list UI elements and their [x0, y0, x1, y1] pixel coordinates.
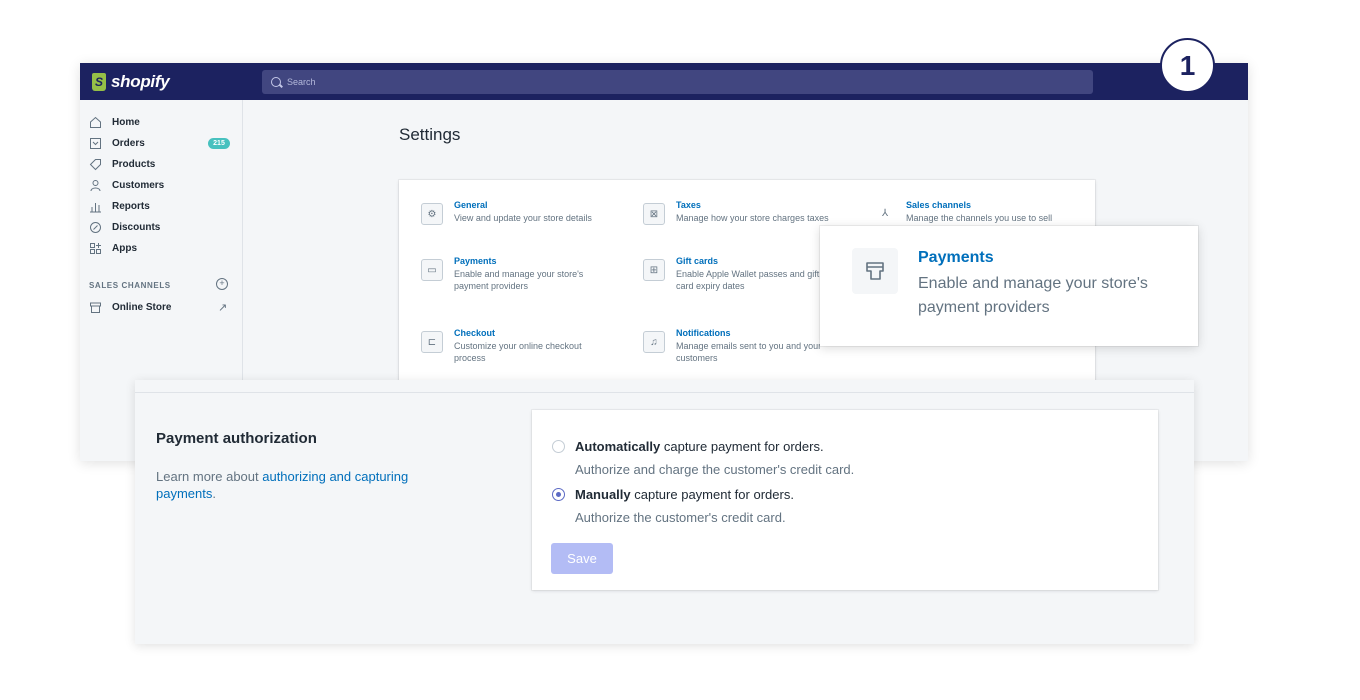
home-icon: [90, 116, 101, 128]
search-placeholder: Search: [287, 77, 316, 87]
payment-authorization-panel: Payment authorization Learn more about a…: [135, 380, 1194, 644]
sidebar-item-label: Reports: [112, 200, 150, 212]
callout-title: Payments: [918, 249, 994, 266]
tile-desc: Manage how your store charges taxes: [676, 213, 829, 223]
sales-channels-header: SALES CHANNELS: [89, 281, 171, 290]
learn-more-text: Learn more about authorizing and capturi…: [156, 468, 456, 502]
person-icon: [90, 179, 101, 191]
sidebar-item-label: Home: [112, 116, 140, 128]
channels-icon: ⅄: [881, 207, 889, 219]
add-channel-icon[interactable]: +: [216, 278, 228, 290]
settings-tile-sales-channels[interactable]: ⅄ Sales channels Manage the channels you…: [875, 200, 1086, 224]
orders-count-badge: 215: [208, 138, 230, 149]
sidebar-item-online-store[interactable]: Online Store: [89, 298, 171, 316]
tile-title: Gift cards: [676, 256, 719, 266]
sidebar-item-products[interactable]: Products: [89, 155, 155, 173]
bar-chart-icon: [90, 202, 101, 212]
shopify-logo[interactable]: shopify: [92, 71, 170, 93]
taxes-icon: ⊠: [643, 203, 665, 225]
tile-desc: Manage the channels you use to sell: [906, 213, 1053, 223]
gift-icon: ⊞: [643, 259, 665, 281]
option-manual[interactable]: Manually capture payment for orders. Aut…: [552, 487, 794, 525]
settings-tile-checkout[interactable]: ⊏ Checkout Customize your online checkou…: [421, 328, 614, 364]
search-input[interactable]: Search: [262, 70, 1093, 94]
option-automatic[interactable]: Automatically capture payment for orders…: [552, 439, 854, 477]
option-label-rest: capture payment for orders.: [630, 487, 794, 502]
tile-title: Checkout: [454, 328, 496, 338]
tile-desc: View and update your store details: [454, 213, 592, 223]
top-bar: shopify Search: [80, 63, 1248, 100]
sidebar-item-label: Discounts: [112, 221, 161, 233]
sidebar-item-label: Customers: [112, 179, 165, 191]
sidebar-item-label: Products: [112, 158, 156, 170]
option-label: Manually capture payment for orders.: [575, 487, 794, 502]
page-title: Settings: [399, 125, 461, 144]
payments-callout[interactable]: Payments Enable and manage your store's …: [820, 226, 1198, 346]
sidebar-item-apps[interactable]: Apps: [89, 239, 137, 257]
sidebar-item-reports[interactable]: Reports: [89, 197, 150, 215]
radio-manual[interactable]: [552, 488, 565, 501]
bell-icon: ♫: [643, 331, 665, 353]
section-title: Payment authorization: [156, 430, 317, 447]
sidebar-item-label: Online Store: [112, 301, 172, 313]
logo-text: shopify: [111, 72, 170, 91]
option-label-bold: Automatically: [575, 439, 661, 454]
store-icon: [90, 302, 101, 313]
cart-icon: ⊏: [421, 331, 443, 353]
callout-desc: Enable and manage your store's payment p…: [918, 275, 1148, 316]
learn-prefix: Learn more about: [156, 469, 263, 484]
sidebar-item-customers[interactable]: Customers: [89, 176, 164, 194]
tile-title: Taxes: [676, 200, 701, 210]
settings-tile-taxes[interactable]: ⊠ Taxes Manage how your store charges ta…: [643, 200, 856, 225]
tile-desc: Enable Apple Wallet passes and gift card…: [676, 269, 820, 291]
sidebar-item-orders[interactable]: Orders: [89, 134, 145, 152]
payments-icon: [852, 248, 898, 294]
option-help: Authorize and charge the customer's cred…: [575, 462, 855, 477]
option-help: Authorize the customer's credit card.: [575, 510, 786, 525]
sidebar-item-discounts[interactable]: Discounts: [89, 218, 160, 236]
step-number-badge: 1: [1160, 38, 1215, 93]
settings-tile-payments[interactable]: ▭ Payments Enable and manage your store'…: [421, 256, 609, 292]
tile-desc: Customize your online checkout process: [454, 341, 582, 363]
discount-icon: [90, 221, 101, 233]
radio-automatic[interactable]: [552, 440, 565, 453]
apps-icon: [90, 242, 101, 254]
sidebar-item-home[interactable]: Home: [89, 113, 140, 131]
search-icon: [271, 77, 281, 87]
divider: [135, 392, 1194, 393]
learn-suffix: .: [212, 486, 216, 501]
gear-icon: ⚙: [421, 203, 443, 225]
tile-title: General: [454, 200, 488, 210]
tag-icon: [89, 158, 101, 170]
settings-tile-general[interactable]: ⚙ General View and update your store det…: [421, 200, 604, 225]
sidebar-item-label: Apps: [112, 242, 137, 254]
payments-icon: ▭: [421, 259, 443, 281]
sidebar-item-label: Orders: [112, 137, 145, 149]
option-label: Automatically capture payment for orders…: [575, 439, 854, 454]
tile-title: Sales channels: [906, 200, 972, 210]
settings-tile-gift-cards[interactable]: ⊞ Gift cards Enable Apple Wallet passes …: [643, 256, 831, 292]
shopify-bag-icon: [92, 73, 106, 91]
tile-title: Payments: [454, 256, 497, 266]
tile-desc: Enable and manage your store's payment p…: [454, 269, 584, 291]
external-link-icon[interactable]: ↗: [218, 301, 227, 314]
orders-icon: [90, 137, 101, 149]
option-label-bold: Manually: [575, 487, 631, 502]
capture-options-card: Automatically capture payment for orders…: [532, 410, 1158, 590]
save-button[interactable]: Save: [551, 543, 613, 574]
option-label-rest: capture payment for orders.: [660, 439, 824, 454]
